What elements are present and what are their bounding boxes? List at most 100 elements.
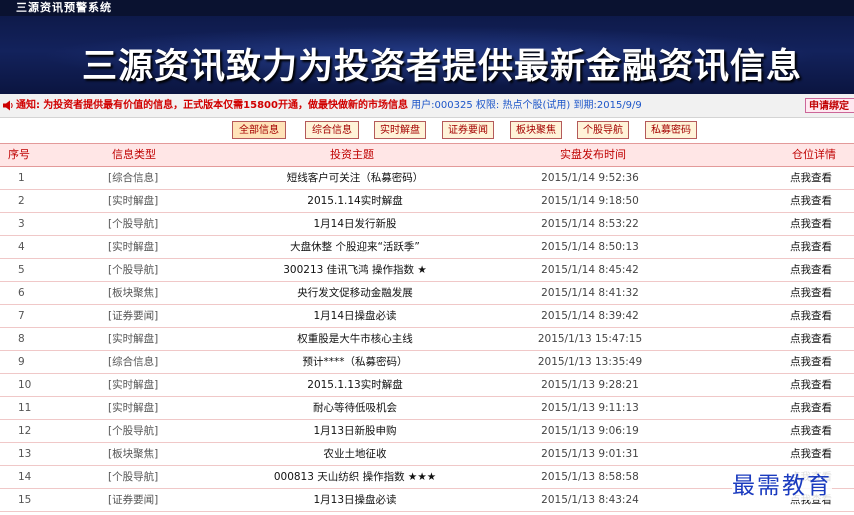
row-detail-link[interactable]: 点我查看 xyxy=(790,305,832,328)
table-row[interactable]: 8 [实时解盘] 权重股是大牛市核心主线 2015/1/13 15:47:15 点我查看 xyxy=(0,328,854,351)
row-info-type: [个股导航] xyxy=(108,218,159,230)
row-topic-link[interactable]: 1月13日新股申购 xyxy=(200,420,510,443)
row-info-type: [证券要闻] xyxy=(108,310,159,322)
row-topic-link[interactable]: 央行发文促移动金融发展 xyxy=(200,282,510,305)
row-detail-link[interactable]: 点我查看 xyxy=(790,236,832,259)
apply-binding-button[interactable]: 申请绑定 xyxy=(805,98,854,113)
row-publish-time: 2015/1/13 15:47:15 xyxy=(537,333,643,345)
user-label: 用户: xyxy=(411,100,435,111)
notice-bar: 通知: 为投资者提供最有价值的信息，正式版本仅需15800开通，做最快做新的市场… xyxy=(0,94,854,118)
row-info-type: [个股导航] xyxy=(108,425,159,437)
row-topic-link[interactable]: 短线客户可关注（私募密码） xyxy=(200,167,510,190)
row-publish-time: 2015/1/14 8:50:13 xyxy=(541,241,639,253)
table-row[interactable]: 5 [个股导航] 300213 佳讯飞鸿 操作指数 ★ 2015/1/14 8:45:… xyxy=(0,259,854,282)
row-topic-link[interactable]: 1月14日发行新股 xyxy=(200,213,510,236)
row-detail-link[interactable]: 点我查看 xyxy=(790,190,832,213)
table-header: 序号 信息类型 投资主题 实盘发布时间 仓位详情 xyxy=(0,144,854,167)
row-topic-link[interactable]: 权重股是大牛市核心主线 xyxy=(200,328,510,351)
row-publish-time: 2015/1/14 9:18:50 xyxy=(541,195,639,207)
tab-securities-news[interactable]: 证券要闻 xyxy=(442,121,494,139)
tab-general[interactable]: 综合信息 xyxy=(305,121,359,139)
row-topic-link[interactable]: 耐心等待低吸机会 xyxy=(200,397,510,420)
row-topic-link[interactable]: 预计****（私募密码） xyxy=(200,351,510,374)
row-number: 1 xyxy=(18,172,25,184)
row-info-type: [实时解盘] xyxy=(108,402,159,414)
row-info-type: [综合信息] xyxy=(108,172,159,184)
row-number: 11 xyxy=(18,402,32,414)
permission-value: 热点个股(试用) xyxy=(502,100,571,111)
row-topic-link[interactable]: 300213 佳讯飞鸿 操作指数 ★ xyxy=(200,259,510,282)
row-detail-link[interactable]: 点我查看 xyxy=(790,397,832,420)
row-number: 3 xyxy=(18,218,25,230)
watermark-logo: 最需教育 xyxy=(732,466,832,500)
row-detail-link[interactable]: 点我查看 xyxy=(790,282,832,305)
banner-slogan: 三源资讯致力为投资者提供最新金融资讯信息 xyxy=(82,47,803,87)
row-publish-time: 2015/1/14 9:52:36 xyxy=(541,172,639,184)
row-number: 2 xyxy=(18,195,25,207)
row-number: 8 xyxy=(18,333,25,345)
row-detail-link[interactable]: 点我查看 xyxy=(790,374,832,397)
table-row[interactable]: 3 [个股导航] 1月14日发行新股 2015/1/14 8:53:22 点我查看 xyxy=(0,213,854,236)
row-topic-link[interactable]: 大盘休整 个股迎来“活跃季” xyxy=(200,236,510,259)
table-row[interactable]: 2 [实时解盘] 2015.1.14实时解盘 2015/1/14 9:18:50 点我查… xyxy=(0,190,854,213)
table-row[interactable]: 12 [个股导航] 1月13日新股申购 2015/1/13 9:06:19 点我查看 xyxy=(0,420,854,443)
row-detail-link[interactable]: 点我查看 xyxy=(790,420,832,443)
row-topic-link[interactable]: 000813 天山纺织 操作指数 ★★★ xyxy=(200,466,510,489)
row-number: 6 xyxy=(18,287,25,299)
table-row[interactable]: 9 [综合信息] 预计****（私募密码） 2015/1/13 13:35:49 点我查… xyxy=(0,351,854,374)
row-detail-link[interactable]: 点我查看 xyxy=(790,443,832,466)
row-detail-link[interactable]: 点我查看 xyxy=(790,167,832,190)
category-tabs: 全部信息 综合信息 实时解盘 证券要闻 板块聚焦 个股导航 私募密码 xyxy=(0,120,854,142)
row-info-type: [实时解盘] xyxy=(108,379,159,391)
banner: 三源资讯致力为投资者提供最新金融资讯信息 xyxy=(0,16,854,94)
table-row[interactable]: 15 [证券要闻] 1月13日操盘必读 2015/1/13 8:43:24 点我查看 xyxy=(0,489,854,512)
row-topic-link[interactable]: 2015.1.13实时解盘 xyxy=(200,374,510,397)
row-number: 9 xyxy=(18,356,25,368)
notice-text: 通知: 为投资者提供最有价值的信息，正式版本仅需15800开通，做最快做新的市场… xyxy=(16,94,642,117)
table-row[interactable]: 1 [综合信息] 短线客户可关注（私募密码） 2015/1/14 9:52:36 点我查… xyxy=(0,167,854,190)
row-publish-time: 2015/1/13 9:11:13 xyxy=(541,402,639,414)
row-topic-link[interactable]: 1月13日操盘必读 xyxy=(200,489,510,512)
window-title: 三源资讯预警系统 xyxy=(0,0,854,16)
row-publish-time: 2015/1/13 8:43:24 xyxy=(541,494,639,506)
row-info-type: [板块聚焦] xyxy=(108,287,159,299)
header-no: 序号 xyxy=(8,148,30,161)
row-publish-time: 2015/1/13 8:58:58 xyxy=(541,471,639,483)
row-detail-link[interactable]: 点我查看 xyxy=(790,213,832,236)
table-row[interactable]: 13 [板块聚焦] 农业土地征收 2015/1/13 9:01:31 点我查看 xyxy=(0,443,854,466)
table-row[interactable]: 14 [个股导航] 000813 天山纺织 操作指数 ★★★ 2015/1/13 8:… xyxy=(0,466,854,489)
row-number: 13 xyxy=(18,448,32,460)
tab-sector-focus[interactable]: 板块聚焦 xyxy=(510,121,562,139)
tab-live-commentary[interactable]: 实时解盘 xyxy=(374,121,426,139)
row-detail-link[interactable]: 点我查看 xyxy=(790,328,832,351)
row-info-type: [实时解盘] xyxy=(108,241,159,253)
tab-private-fund-code[interactable]: 私募密码 xyxy=(645,121,697,139)
row-topic-link[interactable]: 1月14日操盘必读 xyxy=(200,305,510,328)
header-publish-time: 实盘发布时间 xyxy=(560,148,626,161)
row-number: 12 xyxy=(18,425,32,437)
row-topic-link[interactable]: 2015.1.14实时解盘 xyxy=(200,190,510,213)
row-publish-time: 2015/1/13 9:06:19 xyxy=(541,425,639,437)
header-topic: 投资主题 xyxy=(330,148,374,161)
row-publish-time: 2015/1/14 8:53:22 xyxy=(541,218,639,230)
row-detail-link[interactable]: 点我查看 xyxy=(790,351,832,374)
table-row[interactable]: 10 [实时解盘] 2015.1.13实时解盘 2015/1/13 9:28:21 点我… xyxy=(0,374,854,397)
row-topic-link[interactable]: 农业土地征收 xyxy=(200,443,510,466)
table-row[interactable]: 4 [实时解盘] 大盘休整 个股迎来“活跃季” 2015/1/14 8:50:13 点我… xyxy=(0,236,854,259)
row-info-type: [综合信息] xyxy=(108,356,159,368)
table-row[interactable]: 11 [实时解盘] 耐心等待低吸机会 2015/1/13 9:11:13 点我查看 xyxy=(0,397,854,420)
permission-label: 权限: xyxy=(475,100,500,111)
header-type: 信息类型 xyxy=(112,148,156,161)
tab-all[interactable]: 全部信息 xyxy=(232,121,286,139)
tab-stock-navigation[interactable]: 个股导航 xyxy=(577,121,629,139)
table-row[interactable]: 7 [证券要闻] 1月14日操盘必读 2015/1/14 8:39:42 点我查看 xyxy=(0,305,854,328)
notice-message: 为投资者提供最有价值的信息，正式版本仅需15800开通，做最快做新的市场信息 xyxy=(43,100,408,111)
row-info-type: [个股导航] xyxy=(108,471,159,483)
table-row[interactable]: 6 [板块聚焦] 央行发文促移动金融发展 2015/1/14 8:41:32 点我查看 xyxy=(0,282,854,305)
row-number: 10 xyxy=(18,379,32,391)
row-number: 15 xyxy=(18,494,32,506)
row-detail-link[interactable]: 点我查看 xyxy=(790,259,832,282)
info-table: 序号 信息类型 投资主题 实盘发布时间 仓位详情 1 [综合信息] 短线客户可关注（… xyxy=(0,143,854,515)
row-number: 7 xyxy=(18,310,25,322)
notice-label: 通知: xyxy=(16,100,40,111)
